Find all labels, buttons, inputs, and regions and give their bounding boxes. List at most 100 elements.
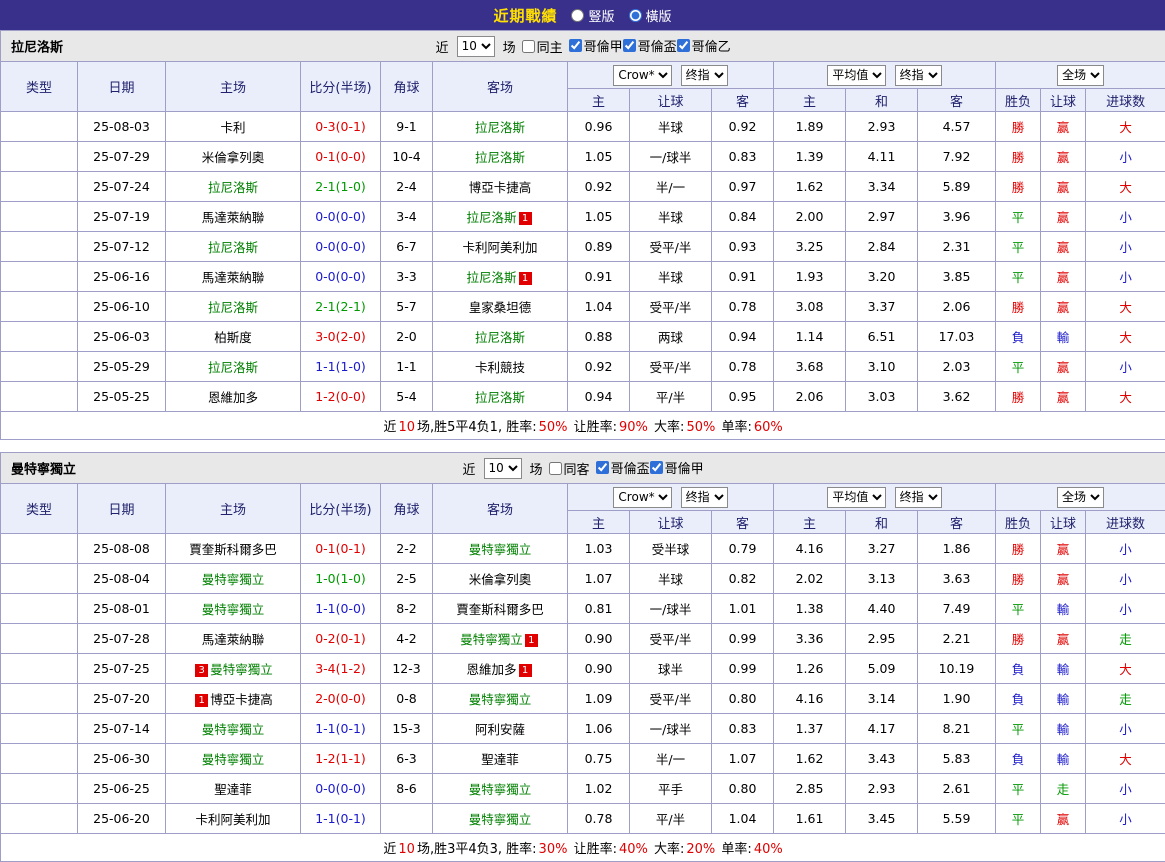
team-name[interactable]: 卡利阿美利加 [462, 240, 537, 255]
team-name[interactable]: 博亞卡捷高 [210, 692, 273, 707]
team-name[interactable]: 曼特寧獨立 [210, 662, 273, 677]
team-name[interactable]: 曼特寧獨立 [469, 542, 532, 557]
layout-radio-vertical[interactable]: 豎版 [571, 6, 614, 25]
match-date: 25-07-24 [78, 172, 166, 202]
average-stat-select[interactable]: 终指 [895, 65, 942, 86]
away-team-cell: 卡利競技 [433, 352, 568, 382]
team-name[interactable]: 聖達菲 [214, 782, 252, 797]
same-venue-filter[interactable]: 同主 [522, 37, 563, 56]
team-name[interactable]: 曼特寧獨立 [469, 812, 532, 827]
league-checkbox[interactable] [650, 461, 663, 474]
league-filter-label: 哥倫盃 [611, 458, 650, 477]
goals-cell: 小 [1086, 262, 1165, 292]
team-name[interactable]: 拉尼洛斯 [475, 150, 525, 165]
team-name[interactable]: 曼特寧獨立 [202, 722, 265, 737]
team-name[interactable]: 曼特寧獨立 [202, 602, 265, 617]
result-cell: 負 [996, 744, 1041, 774]
table-header-row: 类型 日期 主场 比分(半场) 角球 客场 Crow* 终指 平均值 终指 全场 [1, 62, 1165, 89]
league-filter[interactable]: 哥倫甲 [650, 458, 704, 477]
company-stat-select[interactable]: 终指 [681, 487, 728, 508]
league-filter[interactable]: 哥倫盃 [596, 458, 650, 477]
team-name[interactable]: 曼特寧獨立 [202, 752, 265, 767]
team-name[interactable]: 阿利安薩 [475, 722, 525, 737]
team-name[interactable]: 恩維加多 [466, 662, 516, 677]
recent-count-select[interactable]: 10 [457, 36, 495, 57]
league-checkbox[interactable] [677, 39, 690, 52]
league-checkbox[interactable] [596, 461, 609, 474]
league-checkbox[interactable] [569, 39, 582, 52]
same-venue-checkbox[interactable] [522, 40, 535, 53]
horizontal-radio-input[interactable] [629, 9, 642, 22]
vertical-radio-input[interactable] [571, 9, 584, 22]
avg-away: 7.92 [918, 142, 996, 172]
goals-cell: 小 [1086, 352, 1165, 382]
avg-home: 3.25 [774, 232, 846, 262]
team-name[interactable]: 曼特寧獨立 [202, 572, 265, 587]
average-select[interactable]: 平均值 [827, 65, 886, 86]
team-name[interactable]: 卡利阿美利加 [195, 812, 270, 827]
team-name[interactable]: 柏斯度 [214, 330, 252, 345]
team-name[interactable]: 馬達萊納聯 [202, 270, 265, 285]
team-name[interactable]: 恩維加多 [208, 390, 258, 405]
league-filter[interactable]: 哥倫盃 [623, 36, 677, 55]
summary-text: 近 [383, 420, 396, 435]
company-select[interactable]: Crow* [613, 487, 672, 508]
team-name[interactable]: 拉尼洛斯 [208, 300, 258, 315]
recent-count-select[interactable]: 10 [484, 458, 522, 479]
scope-select[interactable]: 全场 [1057, 487, 1104, 508]
league-filter[interactable]: 哥倫乙 [677, 36, 731, 55]
same-venue-checkbox[interactable] [549, 462, 562, 475]
away-team-cell: 聖達菲 [433, 744, 568, 774]
team-name[interactable]: 馬達萊納聯 [202, 210, 265, 225]
team-name[interactable]: 曼特寧獨立 [469, 782, 532, 797]
avg-draw: 2.97 [846, 202, 918, 232]
avg-draw: 5.09 [846, 654, 918, 684]
recent-label: 近 [463, 459, 476, 478]
goals-cell: 走 [1086, 624, 1165, 654]
average-stat-select[interactable]: 终指 [895, 487, 942, 508]
company-stat-select[interactable]: 终指 [681, 65, 728, 86]
topbar: 近期戰績 豎版 橫版 [0, 0, 1165, 30]
team-name[interactable]: 博亞卡捷高 [469, 180, 532, 195]
team-name[interactable]: 拉尼洛斯 [475, 390, 525, 405]
avg-away: 17.03 [918, 322, 996, 352]
scope-select[interactable]: 全场 [1057, 65, 1104, 86]
team-name[interactable]: 賈奎斯科爾多巴 [189, 542, 277, 557]
league-cell: 哥倫甲 [1, 744, 78, 774]
team-name[interactable]: 拉尼洛斯 [208, 360, 258, 375]
team-name[interactable]: 拉尼洛斯 [475, 120, 525, 135]
result-cell: 平 [996, 202, 1041, 232]
team-name[interactable]: 米倫拿列奧 [202, 150, 265, 165]
average-select[interactable]: 平均值 [827, 487, 886, 508]
team-name[interactable]: 賈奎斯科爾多巴 [456, 602, 544, 617]
team-name[interactable]: 卡利 [220, 120, 245, 135]
team-name[interactable]: 皇家桑坦德 [469, 300, 532, 315]
score-cell: 0-0(0-0) [301, 202, 381, 232]
summary-text: 让胜率: [569, 842, 617, 857]
team-name[interactable]: 拉尼洛斯 [466, 270, 516, 285]
team-name[interactable]: 拉尼洛斯 [208, 180, 258, 195]
team-name[interactable]: 曼特寧獨立 [469, 692, 532, 707]
league-cell: 哥倫甲 [1, 564, 78, 594]
team-name[interactable]: 卡利競技 [475, 360, 525, 375]
team-name[interactable]: 聖達菲 [481, 752, 519, 767]
avg-home: 1.39 [774, 142, 846, 172]
odds-away: 0.99 [712, 624, 774, 654]
result-cell: 平 [996, 262, 1041, 292]
col-avg-home: 主 [774, 89, 846, 112]
match-row: 哥倫甲25-06-25聖達菲0-0(0-0)8-6曼特寧獨立1.02平手0.80… [1, 774, 1165, 804]
team-name[interactable]: 馬達萊納聯 [202, 632, 265, 647]
team-name[interactable]: 米倫拿列奧 [469, 572, 532, 587]
same-venue-filter[interactable]: 同客 [549, 459, 590, 478]
team-name[interactable]: 拉尼洛斯 [475, 330, 525, 345]
match-date: 25-07-12 [78, 232, 166, 262]
match-date: 25-06-03 [78, 322, 166, 352]
league-filter[interactable]: 哥倫甲 [569, 36, 623, 55]
layout-radio-horizontal[interactable]: 橫版 [629, 6, 672, 25]
odds-home: 0.94 [568, 382, 630, 412]
company-select[interactable]: Crow* [613, 65, 672, 86]
team-name[interactable]: 拉尼洛斯 [208, 240, 258, 255]
team-name[interactable]: 拉尼洛斯 [466, 210, 516, 225]
team-name[interactable]: 曼特寧獨立 [460, 632, 523, 647]
league-checkbox[interactable] [623, 39, 636, 52]
